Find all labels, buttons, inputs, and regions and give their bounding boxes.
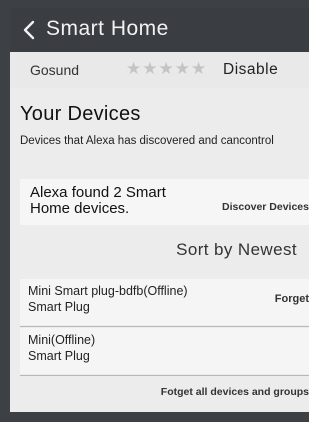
divider bbox=[20, 375, 309, 376]
devices-found-card: Alexa found 2 Smart Home devices. Discov… bbox=[20, 179, 309, 225]
discover-devices-button[interactable]: Discover Devices bbox=[222, 201, 309, 213]
forget-all-devices-button[interactable]: Fotget all devices and groups bbox=[161, 386, 309, 398]
divider bbox=[20, 326, 309, 327]
chevron-left-icon bbox=[23, 20, 35, 40]
device-list-item[interactable]: Mini Smart plug-bdfb(Offline) Smart Plug… bbox=[20, 279, 309, 325]
device-type: Smart Plug bbox=[28, 300, 90, 314]
sort-dropdown[interactable]: Sort by Newest bbox=[176, 240, 297, 260]
back-button[interactable] bbox=[20, 18, 38, 42]
skill-name: Gosund bbox=[30, 62, 80, 78]
device-frame: Smart Home Gosund ★★★★★ Disable Your Dev… bbox=[0, 0, 309, 422]
page-title: Smart Home bbox=[46, 17, 169, 40]
device-name: Mini Smart plug-bdfb(Offline) bbox=[28, 284, 188, 298]
your-devices-heading: Your Devices bbox=[20, 103, 141, 125]
forget-device-button[interactable]: Forget bbox=[275, 293, 309, 305]
app-header: Smart Home bbox=[10, 8, 309, 52]
skill-row: Gosund ★★★★★ Disable bbox=[10, 52, 309, 88]
device-type: Smart Plug bbox=[28, 349, 90, 363]
device-list-item[interactable]: Mini(Offline) Smart Plug bbox=[20, 328, 309, 374]
devices-found-message: Alexa found 2 Smart Home devices. bbox=[30, 184, 166, 217]
rating-stars: ★★★★★ bbox=[126, 59, 208, 78]
disable-skill-button[interactable]: Disable bbox=[223, 61, 278, 79]
device-name: Mini(Offline) bbox=[28, 333, 96, 347]
smart-home-screen: Smart Home Gosund ★★★★★ Disable Your Dev… bbox=[10, 8, 309, 412]
your-devices-subtitle: Devices that Alexa has discovered and ca… bbox=[20, 135, 274, 147]
